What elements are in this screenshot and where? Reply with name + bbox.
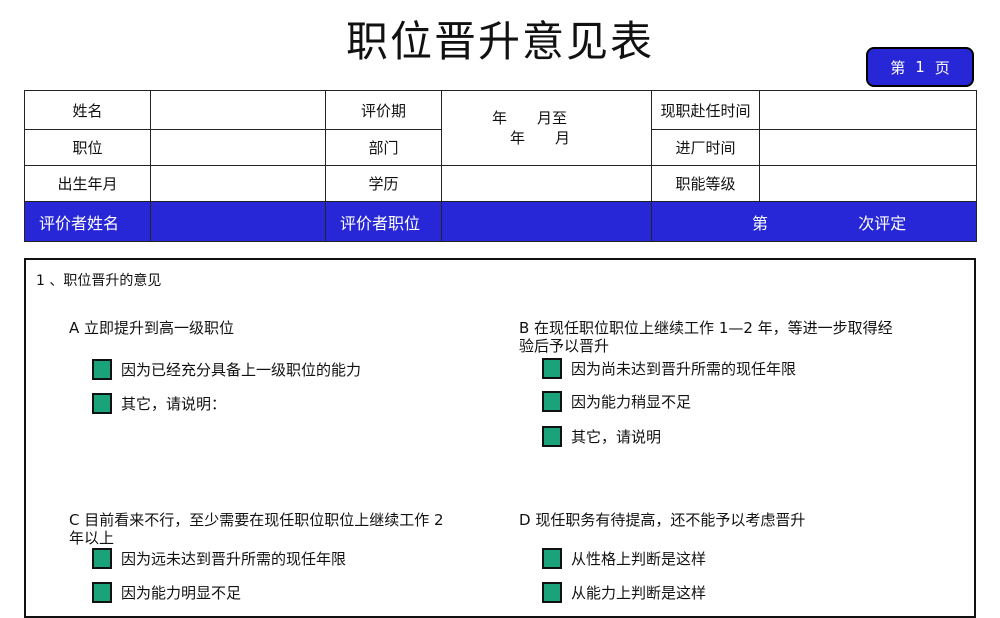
checkbox-icon[interactable] (92, 393, 112, 414)
option-b-heading-line-2: 验后予以晋升 (519, 337, 610, 355)
evaluation-round: 第 次评定 (651, 201, 977, 242)
edu-label: 学历 (325, 165, 442, 202)
birth-label: 出生年月 (24, 165, 151, 202)
birth-field[interactable] (150, 165, 326, 202)
evaluator-pos-label: 评价者职位 (325, 201, 442, 242)
page-prefix: 第 (890, 58, 906, 77)
checkbox-icon[interactable] (542, 548, 562, 569)
join-label: 进厂时间 (651, 129, 760, 166)
option-c-item-1[interactable]: 因为远未达到晋升所需的现任年限 (92, 548, 346, 569)
option-c-heading-line-2: 年以上 (69, 529, 115, 547)
position-label: 职位 (24, 129, 151, 166)
option-b-item-1[interactable]: 因为尚未达到晋升所需的现任年限 (542, 358, 796, 379)
current-since-label: 现职赴任时间 (651, 90, 760, 130)
option-b-item-2-label: 因为能力稍显不足 (571, 393, 692, 411)
period-line-2: 年 月 (510, 129, 571, 147)
round-prefix: 第 (752, 213, 769, 233)
checkbox-icon[interactable] (92, 359, 112, 380)
grade-label: 职能等级 (651, 165, 760, 202)
option-b-item-2[interactable]: 因为能力稍显不足 (542, 391, 691, 412)
option-c-item-1-label: 因为远未达到晋升所需的现任年限 (121, 550, 347, 568)
page-number-badge: 第 1 页 (866, 47, 974, 87)
name-label: 姓名 (24, 90, 151, 130)
page-title: 职位晋升意见表 (345, 17, 654, 66)
option-a-item-2[interactable]: 其它，请说明： (92, 393, 226, 414)
promotion-opinion-section: 1 、职位晋升的意见 A 立即提升到高一级职位 因为已经充分具备上一级职位的能力… (24, 258, 976, 618)
join-field[interactable] (759, 129, 977, 166)
option-a-item-1[interactable]: 因为已经充分具备上一级职位的能力 (92, 359, 361, 380)
round-suffix: 次评定 (858, 213, 907, 233)
option-c-heading-line-1: C 目前看来不行，至少需要在现任职位职位上继续工作 2 (69, 511, 444, 529)
position-field[interactable] (150, 129, 326, 166)
dept-label: 部门 (325, 129, 442, 166)
option-d-item-1[interactable]: 从性格上判断是这样 (542, 548, 706, 569)
evaluator-name-label: 评价者姓名 (24, 201, 151, 242)
checkbox-icon[interactable] (542, 358, 562, 379)
edu-field[interactable] (441, 165, 652, 202)
info-table: 姓名 评价期 年 月至 年 月 现职赴任时间 职位 部门 进厂时间 出生年月 学… (24, 90, 977, 242)
option-c-heading: C 目前看来不行，至少需要在现任职位职位上继续工作 2 年以上 (69, 511, 444, 547)
option-a-item-1-label: 因为已经充分具备上一级职位的能力 (121, 361, 362, 379)
checkbox-icon[interactable] (542, 391, 562, 412)
option-a-heading: A 立即提升到高一级职位 (69, 319, 235, 337)
checkbox-icon[interactable] (542, 426, 562, 447)
checkbox-icon[interactable] (92, 548, 112, 569)
option-b-heading: B 在现任职位职位上继续工作 1—2 年，等进一步取得经 验后予以晋升 (519, 319, 893, 355)
option-d-item-1-label: 从性格上判断是这样 (571, 550, 707, 568)
period-field[interactable]: 年 月至 年 月 (441, 90, 652, 166)
grade-field[interactable] (759, 165, 977, 202)
period-label: 评价期 (325, 90, 442, 130)
evaluator-pos-field[interactable] (441, 201, 652, 242)
evaluator-name-field[interactable] (150, 201, 326, 242)
page-suffix: 页 (934, 58, 950, 77)
option-b-heading-line-1: B 在现任职位职位上继续工作 1—2 年，等进一步取得经 (519, 319, 893, 337)
option-b-item-3-label: 其它，请说明 (571, 428, 662, 446)
option-b-item-3[interactable]: 其它，请说明 (542, 426, 661, 447)
option-b-item-1-label: 因为尚未达到晋升所需的现任年限 (571, 360, 797, 378)
page-number: 1 (915, 58, 925, 76)
option-d-heading: D 现任职务有待提高，还不能予以考虑晋升 (519, 511, 806, 529)
option-a-item-2-label: 其它，请说明： (121, 395, 227, 413)
section-title: 1 、职位晋升的意见 (36, 273, 162, 289)
name-field[interactable] (150, 90, 326, 130)
period-line-1: 年 月至 (492, 109, 568, 127)
current-since-field[interactable] (759, 90, 977, 130)
